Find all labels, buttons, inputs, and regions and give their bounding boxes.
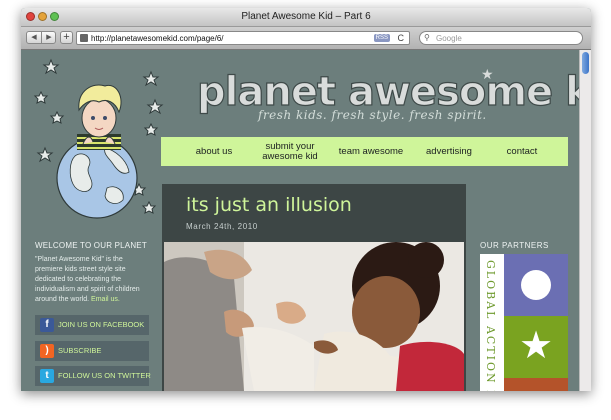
blog-post: its just an illusion March 24th, 2010 — [162, 184, 466, 391]
post-date: March 24th, 2010 — [186, 222, 258, 231]
mascot-illustration — [33, 58, 164, 219]
welcome-text: "Planet Awesome Kid" is the premiere kid… — [35, 255, 145, 305]
nav-contact[interactable]: contact — [487, 137, 557, 166]
favicon-icon — [80, 34, 88, 42]
window-title: Planet Awesome Kid – Part 6 — [241, 11, 371, 22]
history-buttons: ◀ ▶ — [26, 31, 56, 44]
post-title[interactable]: its just an illusion — [186, 194, 352, 216]
search-input[interactable]: ⚲ Google — [419, 31, 583, 45]
facebook-button[interactable]: f JOIN US ON FACEBOOK — [35, 315, 149, 335]
nav-team-awesome[interactable]: team awesome — [331, 137, 411, 166]
post-photo[interactable] — [164, 242, 464, 391]
reload-icon[interactable]: C — [398, 32, 405, 44]
partner-ad-circle-panel — [504, 254, 568, 316]
browser-window: Planet Awesome Kid – Part 6 ◀ ▶ + http:/… — [21, 8, 591, 391]
facebook-icon: f — [40, 318, 54, 332]
twitter-button[interactable]: t FOLLOW US ON TWITTER — [35, 366, 151, 386]
main-nav: about us submit your awesome kid team aw… — [161, 137, 568, 166]
facebook-label: JOIN US ON FACEBOOK — [58, 320, 145, 329]
twitter-label: FOLLOW US ON TWITTER — [58, 371, 151, 380]
vertical-scrollbar[interactable] — [579, 50, 591, 391]
partner-ad-banner[interactable]: GLOBAL ACTION FO ★ — [480, 254, 568, 391]
forward-arrow-icon[interactable]: ▶ — [42, 32, 56, 43]
rss-badge[interactable]: RSS — [373, 34, 390, 42]
subscribe-label: SUBSCRIBE — [58, 346, 102, 355]
page-content: planet awesome kid ★ fresh kids. fresh s… — [21, 50, 579, 391]
star-icon: ★ — [518, 325, 554, 367]
partner-ad-bottom-panel — [504, 378, 568, 391]
welcome-heading: WELCOME TO OUR PLANET — [35, 241, 147, 250]
circle-icon — [521, 270, 551, 300]
subscribe-button[interactable]: ) SUBSCRIBE — [35, 341, 149, 361]
partner-ad-text: GLOBAL ACTION FO — [484, 260, 497, 391]
email-us-link[interactable]: Email us. — [91, 296, 120, 303]
magnifier-icon: ⚲ — [424, 33, 430, 42]
back-arrow-icon[interactable]: ◀ — [27, 32, 42, 43]
star-icon: ★ — [481, 66, 494, 82]
nav-submit-awesome-kid[interactable]: submit your awesome kid — [253, 137, 327, 166]
url-text[interactable]: http://planetawesomekid.com/page/6/ — [91, 33, 224, 44]
site-tagline: fresh kids. fresh style. fresh spirit. — [258, 108, 487, 122]
address-bar[interactable]: http://planetawesomekid.com/page/6/ RSS … — [76, 31, 410, 45]
partner-ad-star-panel: ★ — [504, 316, 568, 378]
partners-heading: OUR PARTNERS — [480, 241, 549, 250]
nav-about-us[interactable]: about us — [179, 137, 249, 166]
search-placeholder: Google — [436, 34, 462, 43]
welcome-body: "Planet Awesome Kid" is the premiere kid… — [35, 256, 140, 303]
twitter-icon: t — [40, 369, 54, 383]
add-bookmark-button[interactable]: + — [60, 31, 73, 44]
scrollbar-thumb[interactable] — [582, 52, 589, 74]
nav-advertising[interactable]: advertising — [413, 137, 485, 166]
title-bar: Planet Awesome Kid – Part 6 — [21, 8, 591, 27]
browser-toolbar: ◀ ▶ + http://planetawesomekid.com/page/6… — [21, 27, 591, 50]
rss-icon: ) — [40, 344, 54, 358]
